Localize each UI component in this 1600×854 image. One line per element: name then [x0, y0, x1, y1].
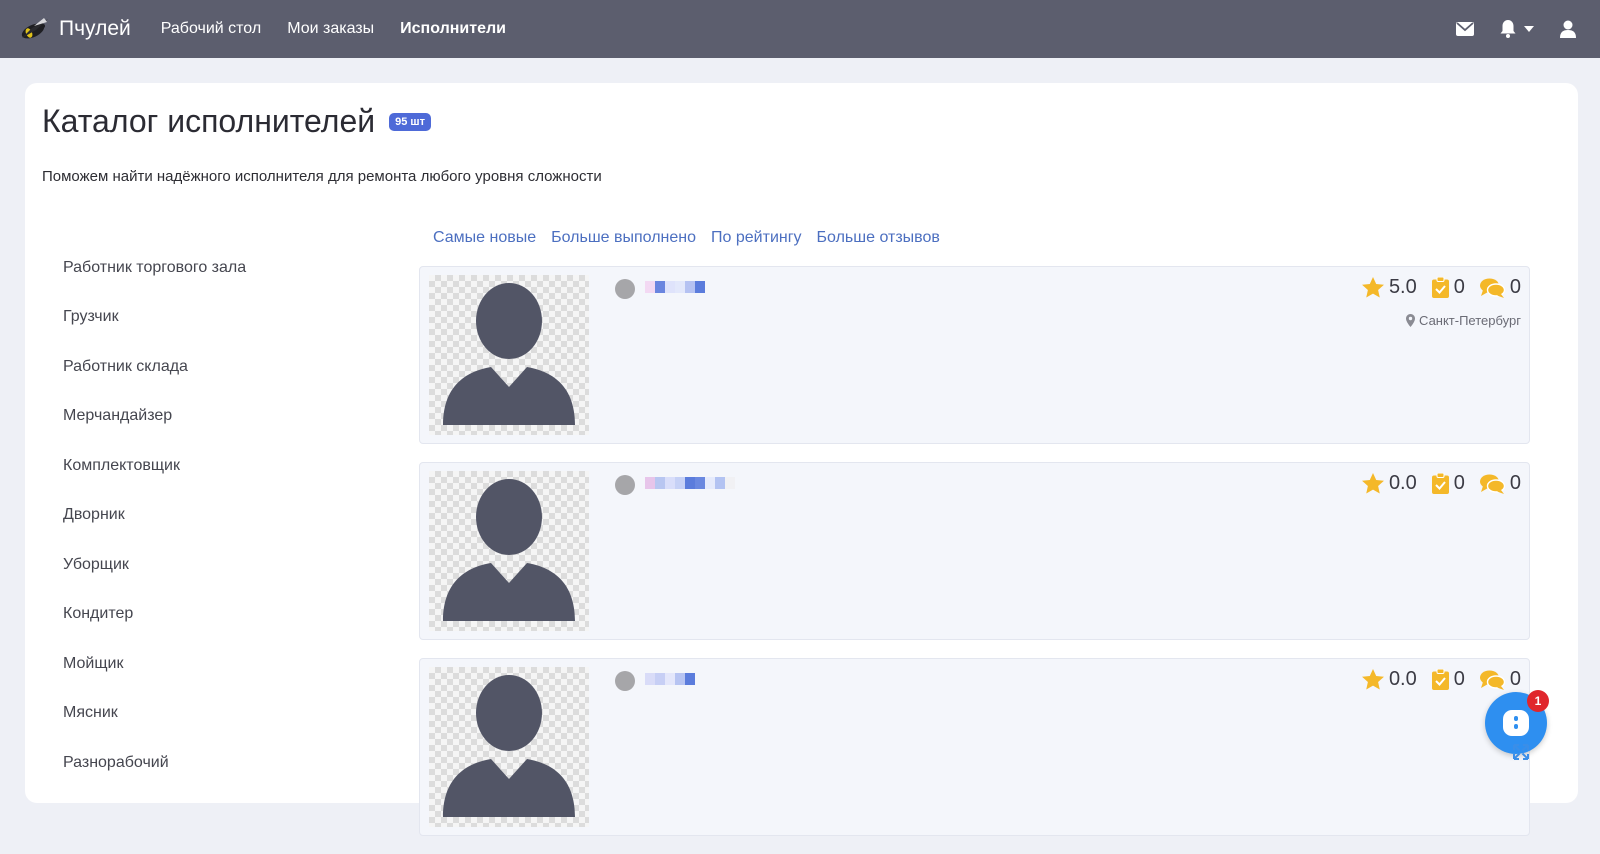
expand-icon[interactable]	[1513, 744, 1529, 765]
sort-options: Самые новые Больше выполнено По рейтингу…	[433, 229, 955, 247]
rating-value: 0.0	[1388, 472, 1417, 494]
brand[interactable]: Пчулей	[18, 16, 131, 42]
category-item[interactable]: Грузчик	[63, 293, 363, 343]
performer-stats: 0.0 0 0	[1347, 668, 1521, 691]
reviews-stat: 0	[1479, 276, 1521, 299]
top-navbar: Пчулей Рабочий стол Мои заказы Исполните…	[0, 0, 1600, 58]
reviews-stat: 0	[1479, 472, 1521, 495]
performer-location: Санкт-Петербург	[1406, 313, 1521, 328]
category-item[interactable]: Мясник	[63, 689, 363, 739]
nav-link-performers[interactable]: Исполнители	[400, 20, 506, 38]
category-list: Работник торгового зала Грузчик Работник…	[63, 243, 363, 788]
sort-most-reviews-link[interactable]: Больше отзывов	[817, 229, 940, 247]
completed-stat: 0	[1431, 276, 1465, 299]
completed-stat: 0	[1431, 668, 1465, 691]
category-item[interactable]: Уборщик	[63, 540, 363, 590]
mail-icon[interactable]	[1456, 22, 1474, 36]
online-status-dot	[615, 279, 635, 299]
map-marker-icon	[1406, 314, 1416, 327]
rating-stat: 0.0	[1361, 668, 1417, 691]
category-item[interactable]: Работник склада	[63, 342, 363, 392]
completed-value: 0	[1453, 276, 1465, 298]
category-item[interactable]: Работник торгового зала	[63, 243, 363, 293]
user-silhouette-icon	[443, 283, 575, 425]
comments-icon	[1479, 670, 1505, 690]
rating-value: 5.0	[1388, 276, 1417, 298]
chat-unread-badge: 1	[1527, 690, 1549, 712]
rating-value: 0.0	[1388, 668, 1417, 690]
online-status-dot	[615, 671, 635, 691]
performer-name-blurred[interactable]	[645, 673, 695, 689]
page-subtitle: Поможем найти надёжного исполнителя для …	[42, 168, 602, 185]
star-icon	[1361, 669, 1384, 690]
chat-icon	[1503, 710, 1529, 736]
performer-list: 5.0 0 0 Санкт-Петербург 0.0 0 0 0.0 0 0	[419, 266, 1530, 854]
avatar[interactable]	[429, 667, 589, 827]
sort-most-completed-link[interactable]: Больше выполнено	[551, 229, 696, 247]
completed-stat: 0	[1431, 472, 1465, 495]
navbar-actions	[1430, 0, 1576, 58]
bee-logo-icon	[21, 18, 48, 39]
user-silhouette-icon	[443, 479, 575, 621]
completed-value: 0	[1453, 668, 1465, 690]
performer-card[interactable]: 0.0 0 0 М	[419, 658, 1530, 836]
star-icon	[1361, 277, 1384, 298]
sort-newest-link[interactable]: Самые новые	[433, 229, 536, 247]
category-item[interactable]: Кондитер	[63, 590, 363, 640]
catalog-card: Каталог исполнителей 95 шт Поможем найти…	[25, 83, 1578, 836]
clipboard-check-icon	[1431, 669, 1449, 690]
category-item[interactable]: Разнорабочий	[63, 738, 363, 788]
comments-icon	[1479, 474, 1505, 494]
star-icon	[1361, 473, 1384, 494]
comments-icon	[1479, 278, 1505, 298]
performer-name-blurred[interactable]	[645, 477, 735, 493]
nav-link-my-orders[interactable]: Мои заказы	[287, 20, 374, 38]
category-item[interactable]: Мойщик	[63, 639, 363, 689]
caret-down-icon	[1524, 26, 1534, 32]
rating-stat: 0.0	[1361, 472, 1417, 495]
city-name: Санкт-Петербург	[1419, 313, 1521, 328]
clipboard-check-icon	[1431, 473, 1449, 494]
reviews-stat: 0	[1479, 668, 1521, 691]
user-silhouette-icon	[443, 675, 575, 817]
count-badge: 95 шт	[389, 112, 431, 131]
avatar[interactable]	[429, 471, 589, 631]
nav-link-desktop[interactable]: Рабочий стол	[161, 20, 261, 38]
page-title: Каталог исполнителей	[42, 103, 376, 139]
reviews-value: 0	[1509, 668, 1521, 690]
category-item[interactable]: Мерчандайзер	[63, 392, 363, 442]
performer-card[interactable]: 5.0 0 0 Санкт-Петербург	[419, 266, 1530, 444]
bell-icon	[1500, 20, 1516, 38]
performer-card[interactable]: 0.0 0 0	[419, 462, 1530, 640]
reviews-value: 0	[1509, 472, 1521, 494]
user-icon[interactable]	[1560, 20, 1576, 38]
brand-name: Пчулей	[59, 17, 131, 40]
performer-name-blurred[interactable]	[645, 281, 705, 297]
category-item[interactable]: Комплектовщик	[63, 441, 363, 491]
completed-value: 0	[1453, 472, 1465, 494]
reviews-value: 0	[1509, 276, 1521, 298]
title-row: Каталог исполнителей 95 шт	[42, 103, 431, 140]
rating-stat: 5.0	[1361, 276, 1417, 299]
clipboard-check-icon	[1431, 277, 1449, 298]
sort-rating-link[interactable]: По рейтингу	[711, 229, 802, 247]
performer-stats: 0.0 0 0	[1347, 472, 1521, 495]
category-item[interactable]: Дворник	[63, 491, 363, 541]
performer-stats: 5.0 0 0	[1347, 276, 1521, 299]
notifications-dropdown[interactable]	[1500, 20, 1534, 38]
avatar[interactable]	[429, 275, 589, 435]
online-status-dot	[615, 475, 635, 495]
